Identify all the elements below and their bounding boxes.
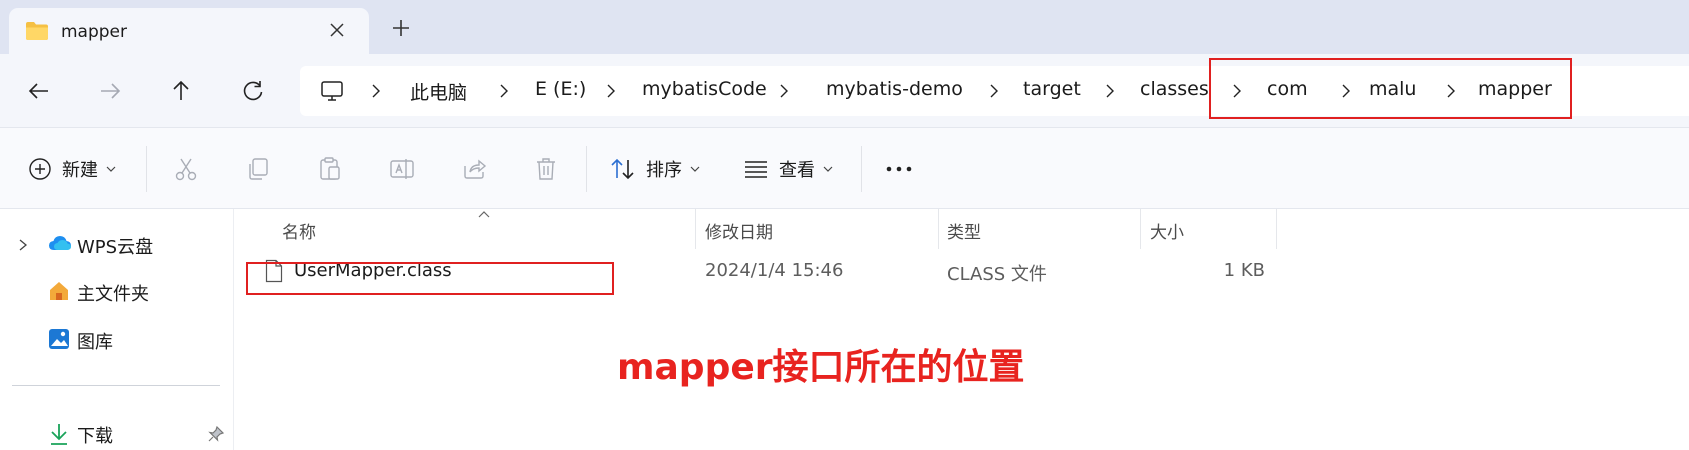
forward-arrow-icon[interactable] [97, 78, 123, 104]
sort-up-caret-icon [478, 211, 490, 218]
more-button[interactable] [885, 128, 913, 210]
chevron-down-icon [823, 166, 833, 172]
plus-circle-icon [29, 158, 51, 180]
view-list-icon [745, 161, 767, 178]
trash-icon [537, 158, 555, 180]
sidebar-item-label: WPS云盘 [77, 237, 154, 258]
sidebar-item-gallery[interactable]: 图库 [0, 319, 234, 359]
chevron-right-icon[interactable] [18, 238, 28, 252]
chevron-down-icon [106, 166, 116, 172]
breadcrumb-chevron-icon[interactable] [605, 82, 617, 100]
column-header-type[interactable]: 类型 [947, 218, 981, 243]
breadcrumb-chevron-icon[interactable] [498, 82, 510, 100]
column-header-size[interactable]: 大小 [1150, 218, 1184, 243]
chevron-down-icon [690, 166, 700, 172]
cloud-icon [48, 233, 72, 257]
file-type: CLASS 文件 [947, 264, 1047, 285]
breadcrumb-chevron-icon[interactable] [1231, 82, 1243, 100]
breadcrumb-chevron-icon[interactable] [778, 82, 790, 100]
rename-button[interactable] [389, 128, 415, 210]
file-list: 名称 修改日期 类型 大小 UserMapper.class 2024/1/4 … [235, 209, 1689, 450]
breadcrumb-chevron-icon[interactable] [988, 82, 1000, 100]
sort-label: 排序 [646, 160, 682, 181]
divider [146, 146, 147, 192]
delete-button[interactable] [533, 128, 559, 210]
new-label: 新建 [62, 160, 98, 181]
annotation-text: mapper接口所在的位置 [617, 347, 1025, 388]
navigation-pane: WPS云盘 主文件夹 图库 下载 [0, 209, 234, 450]
tab-strip: mapper [0, 0, 1689, 55]
breadcrumb-item[interactable]: mybatisCode [642, 78, 767, 100]
new-tab-icon[interactable] [391, 18, 411, 42]
breadcrumb-item[interactable]: 此电脑 [410, 78, 467, 105]
view-button[interactable]: 查看 [743, 128, 833, 210]
navigation-bar: 此电脑 E (E:) mybatisCode mybatis-demo target cl… [0, 54, 1689, 127]
breadcrumb-item[interactable]: mapper [1478, 78, 1552, 100]
gallery-icon [48, 328, 70, 354]
sidebar-item-wps-cloud[interactable]: WPS云盘 [0, 224, 234, 264]
up-arrow-icon[interactable] [168, 78, 194, 104]
file-size: 1 KB [1223, 260, 1265, 281]
sidebar-item-label: 下载 [77, 426, 113, 447]
file-date: 2024/1/4 15:46 [705, 260, 844, 281]
address-bar[interactable]: 此电脑 E (E:) mybatisCode mybatis-demo target cl… [300, 66, 1689, 116]
sidebar-item-label: 主文件夹 [77, 284, 149, 305]
clipboard-icon [320, 157, 340, 180]
folder-icon [25, 21, 49, 45]
divider [861, 146, 862, 192]
copy-button[interactable] [245, 128, 271, 210]
more-icon [886, 166, 912, 172]
breadcrumb-item[interactable]: classes [1140, 78, 1209, 100]
sidebar-item-label: 图库 [77, 332, 113, 353]
column-header-date[interactable]: 修改日期 [705, 218, 773, 243]
download-icon [48, 422, 70, 450]
breadcrumb: 此电脑 E (E:) mybatisCode mybatis-demo target cl… [300, 66, 1689, 116]
breadcrumb-chevron-icon[interactable] [1104, 82, 1116, 100]
sort-icon [611, 158, 634, 180]
sort-button[interactable]: 排序 [610, 128, 700, 210]
breadcrumb-item[interactable]: com [1267, 78, 1308, 100]
column-header-name[interactable]: 名称 [282, 218, 316, 243]
breadcrumb-chevron-icon[interactable] [1445, 82, 1457, 100]
paste-button[interactable] [317, 128, 343, 210]
breadcrumb-item[interactable]: malu [1369, 78, 1416, 100]
sidebar-item-home[interactable]: 主文件夹 [0, 271, 234, 311]
view-label: 查看 [779, 160, 815, 181]
divider [586, 146, 587, 192]
back-arrow-icon[interactable] [26, 78, 52, 104]
sidebar-divider [12, 385, 220, 386]
breadcrumb-item[interactable]: E (E:) [535, 78, 586, 100]
file-row[interactable]: UserMapper.class 2024/1/4 15:46 CLASS 文件… [235, 249, 1275, 293]
command-bar: 新建 排序 查看 [0, 127, 1689, 209]
file-icon [265, 259, 283, 287]
column-divider[interactable] [938, 209, 939, 249]
share-button[interactable] [461, 128, 487, 210]
new-button[interactable]: 新建 [28, 128, 116, 210]
rename-icon [390, 159, 414, 179]
tab-mapper[interactable]: mapper [9, 8, 369, 55]
breadcrumb-item[interactable]: target [1023, 78, 1081, 100]
breadcrumb-chevron-icon[interactable] [370, 82, 382, 100]
pin-icon[interactable] [208, 425, 225, 446]
close-icon[interactable] [327, 20, 347, 44]
tab-title: mapper [61, 22, 128, 42]
scissors-icon [175, 158, 197, 181]
home-icon [48, 280, 70, 306]
column-divider[interactable] [695, 209, 696, 249]
sidebar-item-downloads[interactable]: 下载 [0, 413, 234, 450]
share-icon [464, 159, 487, 179]
column-divider[interactable] [1140, 209, 1141, 249]
breadcrumb-item[interactable]: mybatis-demo [826, 78, 963, 100]
breadcrumb-chevron-icon[interactable] [1340, 82, 1352, 100]
column-divider[interactable] [1276, 209, 1277, 249]
file-name: UserMapper.class [294, 260, 452, 281]
cut-button[interactable] [173, 128, 199, 210]
copy-icon [249, 158, 268, 180]
refresh-icon[interactable] [240, 78, 266, 104]
